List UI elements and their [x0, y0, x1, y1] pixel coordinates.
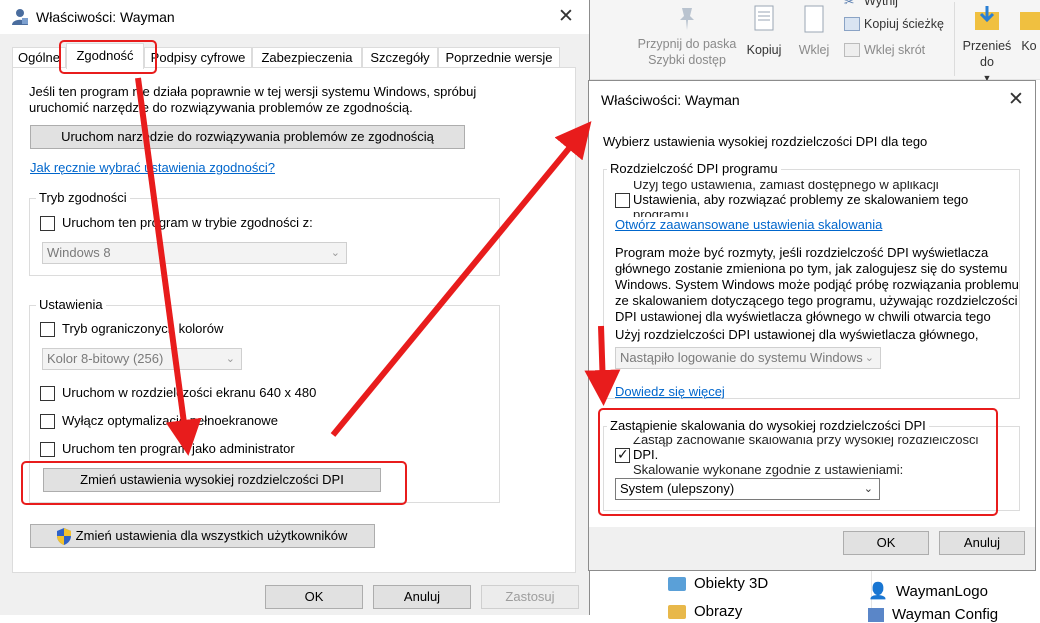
- arrow-to-dpi-dialog: [330, 121, 592, 437]
- arrow-tab-to-dpi-button: [135, 77, 202, 456]
- arrow-to-override-group: [584, 325, 621, 406]
- annotation-arrows: [135, 77, 621, 456]
- tab-compatibility[interactable]: Zgodność: [66, 43, 144, 69]
